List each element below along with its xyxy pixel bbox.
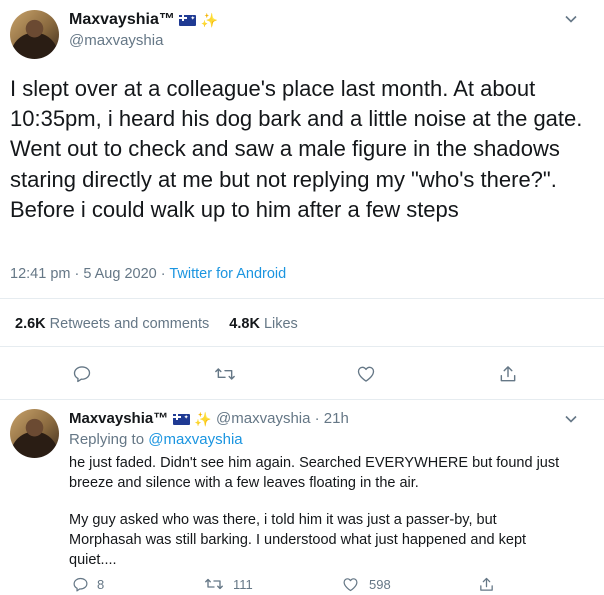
retweets-label: Retweets and comments [49,316,210,332]
tweet-author: Maxvayshia™ ✨ [69,10,219,29]
share-icon[interactable] [476,574,496,594]
reply-handle-time[interactable]: @maxvayshia · 21h [216,410,349,427]
australia-flag-icon [172,409,190,427]
tweet-time[interactable]: 12:41 pm · 5 Aug 2020 · [10,266,169,282]
author-handle[interactable]: @maxvayshia [69,32,163,49]
retweet-icon[interactable] [212,362,238,386]
likes-label: Likes [263,316,298,332]
like-icon[interactable] [354,362,378,386]
reply-icon[interactable] [70,362,94,386]
reply-icon[interactable] [70,574,90,594]
share-icon[interactable] [496,362,520,386]
reply-text-paragraph-1: he just faded. Didn't see him again. Sea… [69,455,560,491]
reply-author: Maxvayshia™ ✨ @maxvayshia · 21h [69,409,349,428]
like-icon[interactable] [340,574,360,594]
replying-to-label: Replying to [69,431,149,448]
replying-to: Replying to @maxvayshia [69,431,243,448]
reply-action-like[interactable]: 598 [340,574,391,594]
sparkles-icon: ✨ [200,12,219,28]
likes-stat[interactable]: 4.8K Likes [229,316,298,332]
display-name[interactable]: Maxvayshia™ [69,11,175,28]
chevron-down-icon[interactable] [562,410,580,428]
replying-to-handle[interactable]: @maxvayshia [148,431,242,448]
tweet-timestamp: 12:41 pm · 5 Aug 2020 · Twitter for Andr… [10,266,286,282]
tweet-stats: 2.6K Retweets and comments 4.8K Likes [15,316,298,332]
reply-action-reply[interactable]: 8 [70,574,104,594]
reply-action-retweet[interactable]: 111 [203,574,253,594]
australia-flag-icon [179,10,197,28]
retweets-count: 2.6K [15,316,46,332]
reply-text-paragraph-2: My guy asked who was there, i told him i… [69,512,527,568]
reply-avatar[interactable] [10,409,59,458]
avatar[interactable] [10,10,59,59]
reply-display-name[interactable]: Maxvayshia™ [69,410,168,427]
retweets-stat[interactable]: 2.6K Retweets and comments [15,316,213,332]
chevron-down-icon[interactable] [562,10,580,28]
tweet-text: I slept over at a colleague's place last… [10,76,583,222]
retweet-count: 111 [233,576,253,592]
retweet-icon[interactable] [203,574,225,594]
sparkles-icon: ✨ [194,411,212,427]
reply-count: 8 [97,576,105,592]
like-count: 598 [369,576,391,592]
likes-count: 4.8K [229,316,260,332]
tweet-source-link[interactable]: Twitter for Android [169,266,286,282]
